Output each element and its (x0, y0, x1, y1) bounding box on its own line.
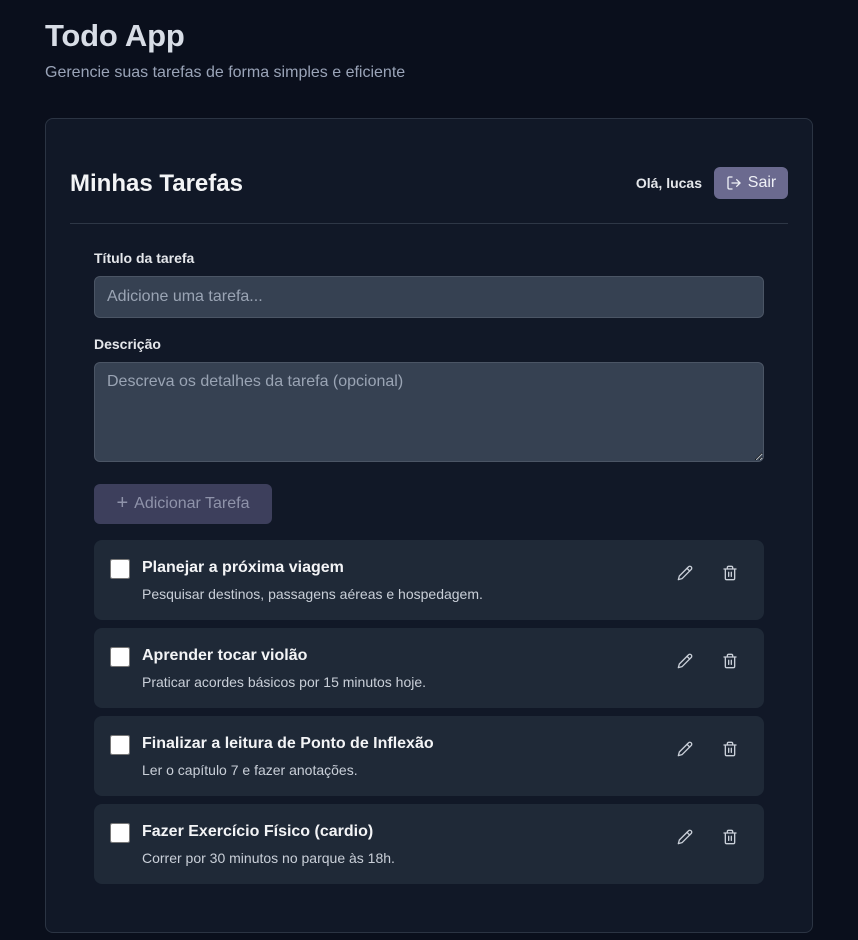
title-field-label: Título da tarefa (94, 250, 195, 266)
add-task-label: Adicionar Tarefa (134, 495, 250, 512)
edit-task-button[interactable] (674, 738, 696, 760)
task-description: Praticar acordes básicos por 15 minutos … (142, 674, 427, 690)
task-description-input[interactable] (94, 362, 764, 462)
task-list: Planejar a próxima viagem Pesquisar dest… (94, 540, 764, 892)
task-item: Planejar a próxima viagem Pesquisar dest… (94, 540, 764, 620)
task-description: Pesquisar destinos, passagens aéreas e h… (142, 586, 483, 602)
description-field-label: Descrição (94, 336, 161, 352)
logout-label: Sair (747, 174, 777, 191)
app-title: Todo App (45, 18, 185, 53)
user-greeting: Olá, lucas (635, 175, 702, 191)
add-task-button[interactable]: + Adicionar Tarefa (94, 484, 272, 524)
task-checkbox[interactable] (110, 823, 130, 843)
trash-icon (723, 741, 737, 757)
trash-icon (723, 829, 737, 845)
task-checkbox[interactable] (110, 647, 130, 667)
task-checkbox[interactable] (110, 735, 130, 755)
task-title: Planejar a próxima viagem (142, 559, 344, 576)
delete-task-button[interactable] (719, 650, 741, 672)
delete-task-button[interactable] (719, 738, 741, 760)
task-item: Finalizar a leitura de Ponto de Inflexão… (94, 716, 764, 796)
pencil-icon (677, 829, 693, 845)
trash-icon (723, 565, 737, 581)
logout-icon (727, 176, 741, 190)
task-title: Aprender tocar violão (142, 647, 308, 664)
trash-icon (723, 653, 737, 669)
user-area: Olá, lucas Sair (636, 167, 788, 199)
logout-button[interactable]: Sair (714, 167, 788, 199)
card-title: Minhas Tarefas (70, 170, 243, 197)
edit-task-button[interactable] (674, 562, 696, 584)
delete-task-button[interactable] (719, 562, 741, 584)
edit-task-button[interactable] (674, 826, 696, 848)
task-checkbox[interactable] (110, 559, 130, 579)
task-title-input[interactable] (94, 276, 764, 318)
pencil-icon (677, 741, 693, 757)
task-title: Finalizar a leitura de Ponto de Inflexão (142, 735, 434, 752)
pencil-icon (677, 653, 693, 669)
task-item: Aprender tocar violão Praticar acordes b… (94, 628, 764, 708)
task-item: Fazer Exercício Físico (cardio) Correr p… (94, 804, 764, 884)
app-subtitle: Gerencie suas tarefas de forma simples e… (45, 64, 406, 81)
task-title: Fazer Exercício Físico (cardio) (142, 823, 374, 840)
pencil-icon (677, 565, 693, 581)
task-description: Ler o capítulo 7 e fazer anotações. (142, 762, 358, 778)
edit-task-button[interactable] (674, 650, 696, 672)
plus-icon: + (116, 492, 129, 514)
tasks-card: Minhas Tarefas Olá, lucas Sair Título da… (45, 118, 813, 933)
task-description: Correr por 30 minutos no parque às 18h. (142, 850, 395, 866)
delete-task-button[interactable] (719, 826, 741, 848)
page-header: Todo App Gerencie suas tarefas de forma … (45, 18, 405, 82)
